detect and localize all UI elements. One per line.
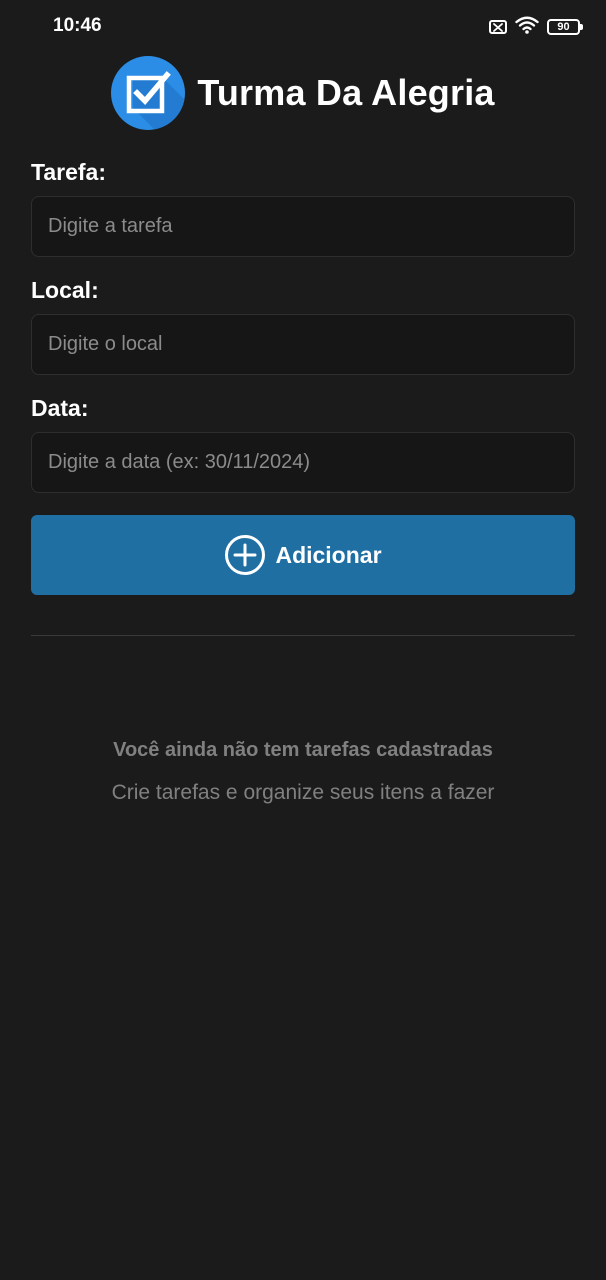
- app-header: Turma Da Alegria: [0, 55, 606, 130]
- add-task-button-label: Adicionar: [275, 541, 382, 568]
- date-input[interactable]: [31, 432, 575, 493]
- sim-off-icon: [489, 20, 507, 34]
- status-bar: 10:46 90: [0, 0, 606, 52]
- empty-state-title: Você ainda não tem tarefas cadastradas: [113, 739, 493, 761]
- location-input[interactable]: [31, 314, 575, 375]
- empty-state-subtitle: Crie tarefas e organize seus itens a faz…: [111, 781, 495, 804]
- divider: [31, 635, 575, 636]
- wifi-icon: [515, 16, 539, 39]
- battery-icon: 90: [547, 19, 583, 35]
- plus-circle-icon: [224, 534, 266, 576]
- status-icons: 90: [489, 16, 583, 39]
- location-label: Local:: [31, 277, 99, 303]
- date-label: Data:: [31, 395, 89, 421]
- battery-level: 90: [557, 20, 570, 33]
- task-input[interactable]: [31, 196, 575, 257]
- add-task-button[interactable]: Adicionar: [31, 515, 575, 595]
- task-label: Tarefa:: [31, 159, 106, 185]
- status-time: 10:46: [53, 15, 102, 36]
- checkbox-check-icon: [111, 55, 186, 130]
- app-title: Turma Da Alegria: [197, 71, 495, 113]
